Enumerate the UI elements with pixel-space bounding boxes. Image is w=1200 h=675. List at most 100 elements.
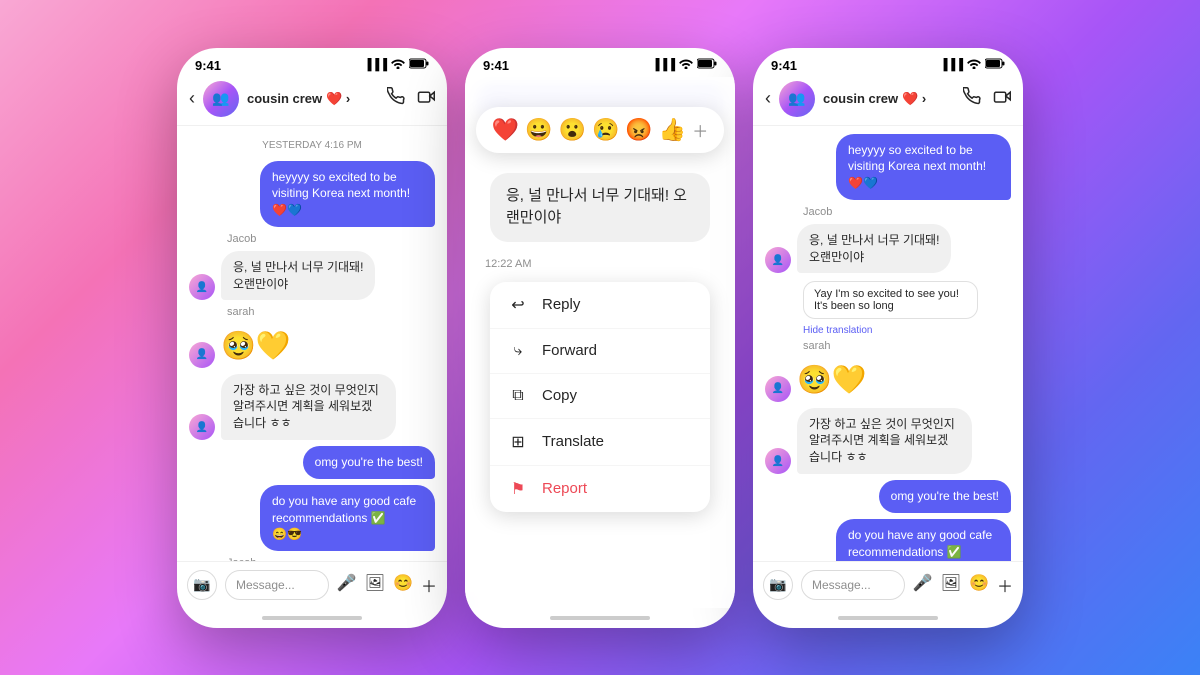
translate-label: Translate — [542, 433, 604, 450]
reaction-plus[interactable]: ＋ — [692, 118, 708, 142]
input-icons-1: 🎤 🖼 😊 ＋ — [337, 573, 437, 597]
msg-row: 👤 가장 하고 싶은 것이 무엇인지 알려주시면 계획을 세워보겠 습니다 ㅎㅎ — [189, 374, 435, 440]
home-indicator-3 — [753, 608, 1023, 628]
status-bar-3: 9:41 ▐▐▐ — [753, 48, 1023, 77]
msg-row: heyyyy so excited to be visiting Korea n… — [189, 161, 435, 227]
back-button-3[interactable]: ‹ — [765, 88, 771, 109]
input-placeholder-1: Message... — [236, 578, 295, 592]
status-icons-3: ▐▐▐ — [940, 58, 1005, 72]
input-bar-1: 📷 Message... 🎤 🖼 😊 ＋ — [177, 561, 447, 608]
battery-icon — [697, 58, 717, 72]
hide-translation-link[interactable]: Hide translation — [803, 325, 1011, 336]
time-1: 9:41 — [195, 58, 221, 73]
chat-header-1: ‹ 👥 cousin crew ❤️ › — [177, 77, 447, 126]
received-bubble[interactable]: 가장 하고 싶은 것이 무엇인지 알려주시면 계획을 세워보겠 습니다 ㅎㅎ — [797, 408, 972, 474]
message-input-1[interactable]: Message... — [225, 570, 329, 600]
phone-3: 9:41 ▐▐▐ ‹ 👥 cousin crew ❤️ › — [753, 48, 1023, 628]
context-copy[interactable]: ⧉ Copy — [490, 374, 710, 419]
home-bar — [262, 616, 362, 620]
home-bar — [838, 616, 938, 620]
context-report[interactable]: ⚑ Report — [490, 466, 710, 512]
video-icon-1[interactable] — [417, 87, 435, 110]
received-bubble[interactable]: 응, 널 만나서 너무 기대돼!오랜만이야 — [797, 224, 951, 274]
call-icon-3[interactable] — [963, 87, 981, 110]
context-reply[interactable]: ↩ Reply — [490, 282, 710, 329]
msg-row: do you have any good cafe recommendation… — [765, 519, 1011, 561]
chat-name-1[interactable]: cousin crew ❤️ › — [247, 90, 387, 107]
input-bar-3: 📷 Message... 🎤 🖼 😊 ＋ — [753, 561, 1023, 608]
gallery-button-3[interactable]: 🖼 — [941, 573, 961, 597]
status-bar-2: 9:41 ▐▐▐ — [465, 48, 735, 77]
camera-button-1[interactable]: 📷 — [187, 570, 217, 600]
avatar: 👤 — [189, 274, 215, 300]
reaction-heart[interactable]: ❤️ — [492, 117, 519, 143]
status-bar-1: 9:41 ▐▐▐ — [177, 48, 447, 77]
msg-row: 👤 🥹💛 — [189, 324, 435, 367]
context-time: 12:22 AM — [465, 258, 531, 270]
sender-name: sarah — [227, 306, 435, 318]
plus-button-3[interactable]: ＋ — [997, 573, 1013, 597]
plus-button-1[interactable]: ＋ — [421, 573, 437, 597]
reaction-angry[interactable]: 😡 — [625, 117, 652, 143]
forward-label: Forward — [542, 342, 597, 359]
msg-row: do you have any good cafe recommendation… — [189, 485, 435, 551]
reaction-bar[interactable]: ❤️ 😀 😮 😢 😡 👍 ＋ — [476, 107, 724, 153]
sent-bubble[interactable]: omg you're the best! — [303, 446, 435, 479]
msg-row: omg you're the best! — [189, 446, 435, 479]
received-bubble[interactable]: 가장 하고 싶은 것이 무엇인지 알려주시면 계획을 세워보겠 습니다 ㅎㅎ — [221, 374, 396, 440]
context-message: 응, 널 만나서 너무 기대돼! 오랜만이야 — [490, 173, 710, 242]
context-menu: ↩ Reply ⤷ Forward ⧉ Copy ⊞ Translate ⚑ — [490, 282, 710, 512]
phone-2: 9:41 ▐▐▐ heyyyy so excited to be visitin… — [465, 48, 735, 628]
time-3: 9:41 — [771, 58, 797, 73]
context-translate[interactable]: ⊞ Translate — [490, 419, 710, 466]
avatar: 👤 — [765, 448, 791, 474]
sent-bubble[interactable]: omg you're the best! — [879, 480, 1011, 513]
received-bubble[interactable]: 응, 널 만나서 너무 기대돼!오랜만이야 — [221, 251, 375, 301]
emoji-bubble: 🥹💛 — [797, 358, 867, 401]
message-input-3[interactable]: Message... — [801, 570, 905, 600]
avatar: 👤 — [765, 376, 791, 402]
call-icon-1[interactable] — [387, 87, 405, 110]
avatar-1: 👥 — [203, 81, 239, 117]
sent-bubble[interactable]: do you have any good cafe recommendation… — [836, 519, 1011, 561]
mic-button-3[interactable]: 🎤 — [913, 573, 933, 597]
msg-row: 👤 가장 하고 싶은 것이 무엇인지 알려주시면 계획을 세워보겠 습니다 ㅎㅎ — [765, 408, 1011, 474]
battery-icon — [409, 58, 429, 72]
video-icon-3[interactable] — [993, 87, 1011, 110]
sender-name: Jacob — [227, 233, 435, 245]
reaction-thumbs-up[interactable]: 👍 — [659, 117, 686, 143]
avatar: 👤 — [189, 414, 215, 440]
gallery-button-1[interactable]: 🖼 — [365, 573, 385, 597]
sender-name: Jacob — [803, 206, 1011, 218]
battery-icon — [985, 58, 1005, 72]
emoji-button-1[interactable]: 😊 — [393, 573, 413, 597]
back-button-1[interactable]: ‹ — [189, 88, 195, 109]
mic-button-1[interactable]: 🎤 — [337, 573, 357, 597]
translation-bubble: Yay I'm so excited to see you! It's been… — [803, 281, 978, 319]
reaction-wow[interactable]: 😮 — [559, 117, 586, 143]
emoji-button-3[interactable]: 😊 — [969, 573, 989, 597]
header-actions-3 — [963, 87, 1011, 110]
reaction-sad[interactable]: 😢 — [592, 117, 619, 143]
status-icons-2: ▐▐▐ — [652, 58, 717, 72]
msg-row: omg you're the best! — [765, 480, 1011, 513]
status-icons-1: ▐▐▐ — [364, 58, 429, 72]
camera-button-3[interactable]: 📷 — [763, 570, 793, 600]
chat-name-3[interactable]: cousin crew ❤️ › — [823, 90, 963, 107]
wifi-icon — [679, 58, 693, 72]
date-label-1: YESTERDAY 4:16 PM — [189, 140, 435, 151]
forward-icon: ⤷ — [508, 342, 528, 360]
reply-label: Reply — [542, 296, 580, 313]
sent-bubble[interactable]: heyyyy so excited to be visiting Korea n… — [260, 161, 435, 227]
reaction-smile[interactable]: 😀 — [525, 117, 552, 143]
report-label: Report — [542, 480, 587, 497]
context-forward[interactable]: ⤷ Forward — [490, 329, 710, 374]
input-placeholder-3: Message... — [812, 578, 871, 592]
reply-icon: ↩ — [508, 295, 528, 315]
sender-name: sarah — [803, 340, 1011, 352]
sent-bubble[interactable]: do you have any good cafe recommendation… — [260, 485, 435, 551]
home-bar — [550, 616, 650, 620]
sent-bubble[interactable]: heyyyy so excited to be visiting Korea n… — [836, 134, 1011, 200]
msg-row: 👤 응, 널 만나서 너무 기대돼!오랜만이야 — [765, 224, 1011, 274]
translate-icon: ⊞ — [508, 432, 528, 452]
